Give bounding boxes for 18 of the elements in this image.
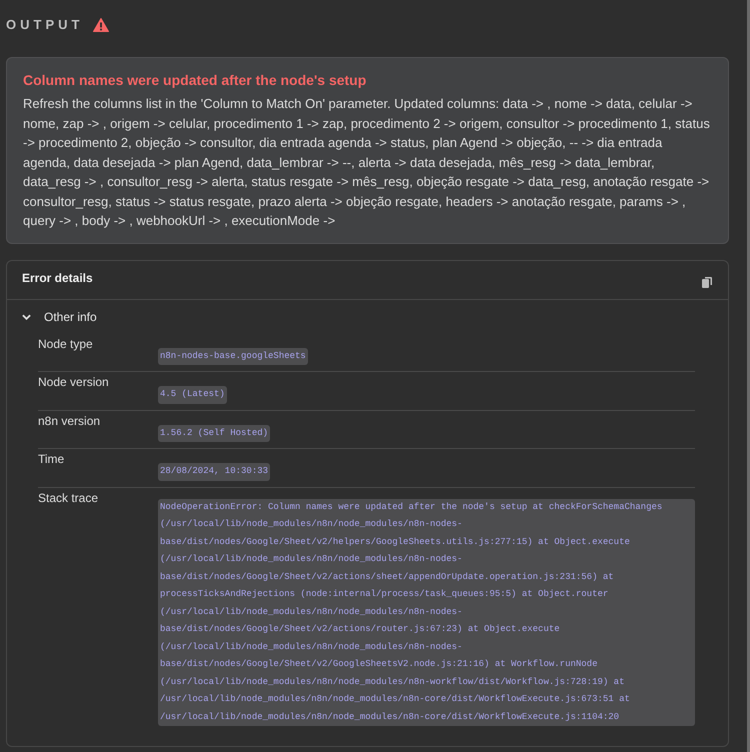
info-label: Node version xyxy=(38,375,110,391)
error-title: Column names were updated after the node's setup xyxy=(23,72,368,88)
warning-icon xyxy=(93,18,110,32)
section-toggle[interactable]: Other info xyxy=(22,310,97,324)
panel-title: OUTPUT xyxy=(6,17,84,32)
copy-icon[interactable] xyxy=(702,276,712,288)
info-value: 1.56.2 (Self Hosted) xyxy=(158,424,270,442)
details-title: Error details xyxy=(22,270,93,284)
info-label: n8n version xyxy=(38,414,102,430)
error-message: Refresh the columns list in the 'Column to Match On' parameter. Updated columns: data -> , nome -> data, celular -> nome, zap -> , origem -> celular, procedimento 1 -> zap, procedimento 2 -> origem, consultor -> procedimento 1, status -> procedimento 2, objeção -> consultor, dia entrada agenda -> status, plan Agend -> objeção, -- -> dia entrada agenda, data desejada -> plan Agend, data_lembrar -> --, alerta -> data desejada, mês_resg -> data_lembrar, data_resg -> , consultor_resg -> alerta, status resgate -> mês_resg, objeção resgate -> data_resg, anotação resgate -> consultor_resg, status -> status resgate, prazo alerta -> objeção resgate, headers -> anotação resgate, params -> , query -> , body -> , webhookUrl -> , executionMode -> xyxy=(23,95,711,230)
info-value: 28/08/2024, 10:30:33 xyxy=(158,463,270,480)
info-value: NodeOperationError: Column names were updated after the node's setup at checkForSchemaChanges (/usr/local/lib/node_modules/n8n/node_modules/n8n-nodes-base/dist/nodes/Google/Sheet/v2/helpers/GoogleSheets.utils.js:277:15) at Object.execute (/usr/local/lib/node_modules/n8n/node_modules/n8n-nodes-base/dist/nodes/Google/Sheet/v2/actions/sheet/appendOrUpdate.operation.js:231:56) at processTicksAndRejections (node:internal/process/task_queues:95:5) at Object.router (/usr/local/lib/node_modules/n8n/node_modules/n8n-nodes-base/dist/nodes/Google/Sheet/v2/actions/router.js:67:23) at Object.execute (/usr/local/lib/node_modules/n8n/node_modules/n8n-nodes-base/dist/nodes/Google/Sheet/v2/GoogleSheetsV2.node.js:21:16) at Workflow.runNode (/usr/local/lib/node_modules/n8n/node_modules/n8n-workflow/dist/Workflow.js:728:19) at /usr/local/lib/node_modules/n8n/node_modules/n8n-core/dist/WorkflowExecute.js:673:51 at /usr/local/lib/node_modules/n8n/node_modules/n8n-core/dist/WorkflowExecute.js:1104:20 xyxy=(158,498,695,726)
chevron-icon xyxy=(22,314,31,320)
info-value: 4.5 (Latest) xyxy=(158,386,227,404)
info-value: n8n-nodes-base.googleSheets xyxy=(158,348,308,365)
info-label: Stack trace xyxy=(38,490,100,506)
info-label: Node type xyxy=(38,336,94,352)
info-label: Time xyxy=(38,452,66,468)
